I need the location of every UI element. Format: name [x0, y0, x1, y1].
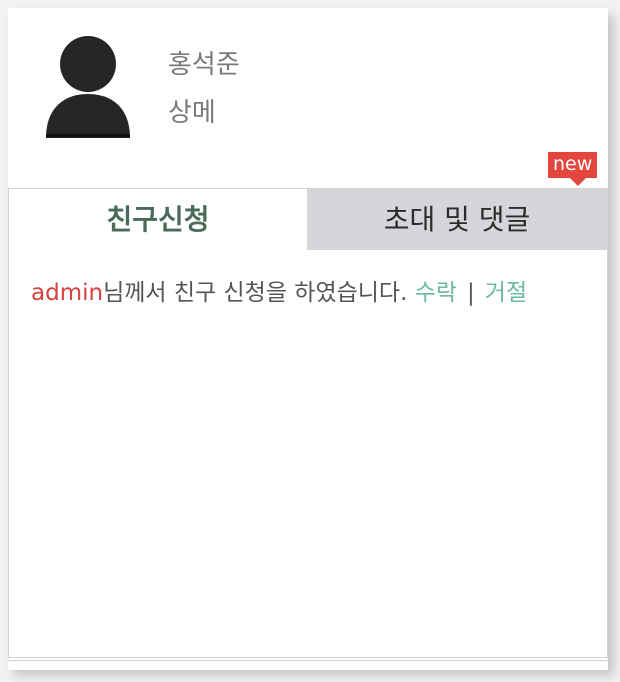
profile-name: 홍석준: [168, 50, 240, 80]
accept-link[interactable]: 수락: [415, 280, 457, 306]
new-badge: new: [548, 152, 598, 186]
avatar-icon: [38, 30, 138, 140]
profile-rank: 상메: [168, 98, 216, 128]
reject-link[interactable]: 거절: [485, 280, 527, 306]
friend-request-panel: 홍석준 상메 new 친구신청 초대 및 댓글 admin님께서 친구 신청을 …: [8, 8, 608, 670]
tab-container: 친구신청 초대 및 댓글 admin님께서 친구 신청을 하였습니다. 수락 | 거…: [8, 188, 608, 658]
friend-request-message: admin님께서 친구 신청을 하였습니다. 수락 | 거절: [31, 273, 527, 307]
footer-divider: [8, 660, 608, 661]
message-text: 님께서 친구 신청을 하였습니다.: [103, 280, 408, 306]
tab-friend-request[interactable]: 친구신청: [9, 189, 307, 250]
tab-invites-comments[interactable]: 초대 및 댓글: [307, 189, 607, 250]
requester-name[interactable]: admin: [31, 280, 103, 306]
separator: |: [467, 280, 475, 306]
